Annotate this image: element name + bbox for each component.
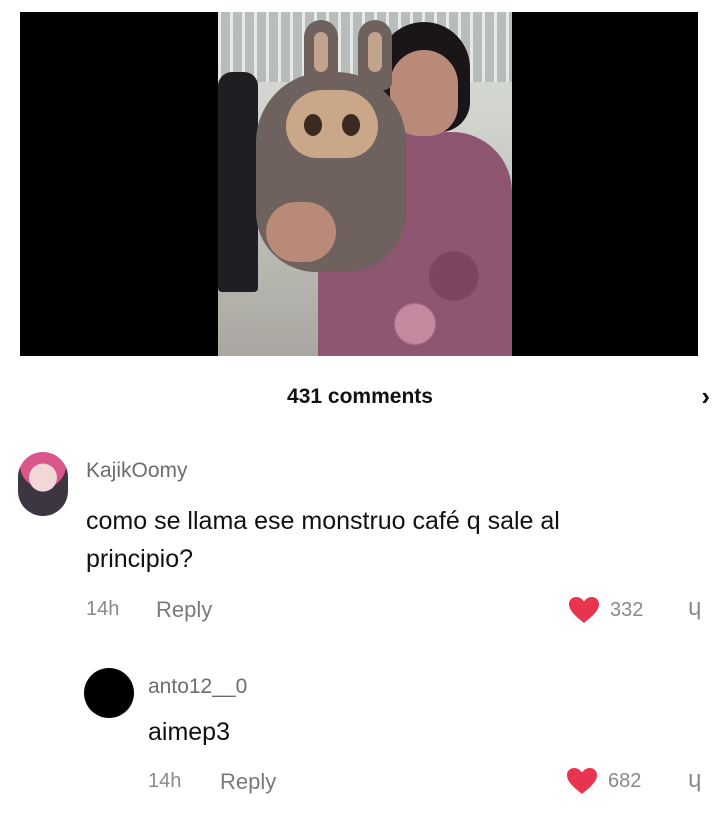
- comment-time: 14h: [86, 598, 120, 620]
- video-thumbnail: [218, 12, 512, 356]
- comment-text: aimep3: [148, 718, 230, 746]
- comment-text-line: principio?: [86, 545, 194, 573]
- like-count: 682: [608, 769, 642, 792]
- like-count: 332: [610, 598, 644, 621]
- comment-username[interactable]: KajikOomy: [86, 459, 188, 483]
- plush-eye-right: [342, 114, 360, 136]
- background-person: [218, 72, 258, 292]
- like-button[interactable]: 682: [566, 767, 641, 795]
- comment-text-line: como se llama ese monstruo café q sale a…: [86, 507, 560, 535]
- comment-time: 14h: [148, 770, 182, 792]
- woman-hand: [266, 202, 336, 262]
- heart-icon: [569, 597, 599, 623]
- video-player[interactable]: [20, 12, 698, 356]
- like-button[interactable]: 332: [568, 596, 643, 624]
- reply-button[interactable]: Reply: [156, 597, 212, 623]
- heart-icon: [567, 768, 597, 794]
- comment-text: como se llama ese monstruo café q sale a…: [86, 502, 560, 578]
- dislike-icon[interactable]: ɥ: [688, 766, 701, 794]
- avatar[interactable]: [18, 452, 68, 516]
- dislike-icon[interactable]: ɥ: [688, 594, 701, 622]
- reply-button[interactable]: Reply: [220, 769, 276, 795]
- plush-face: [286, 90, 378, 158]
- chevron-right-icon[interactable]: ›: [701, 381, 710, 412]
- plush-eye-left: [304, 114, 322, 136]
- comments-count: 431 comments: [287, 385, 433, 408]
- avatar[interactable]: [84, 668, 134, 718]
- comment-username[interactable]: anto12__0: [148, 675, 247, 699]
